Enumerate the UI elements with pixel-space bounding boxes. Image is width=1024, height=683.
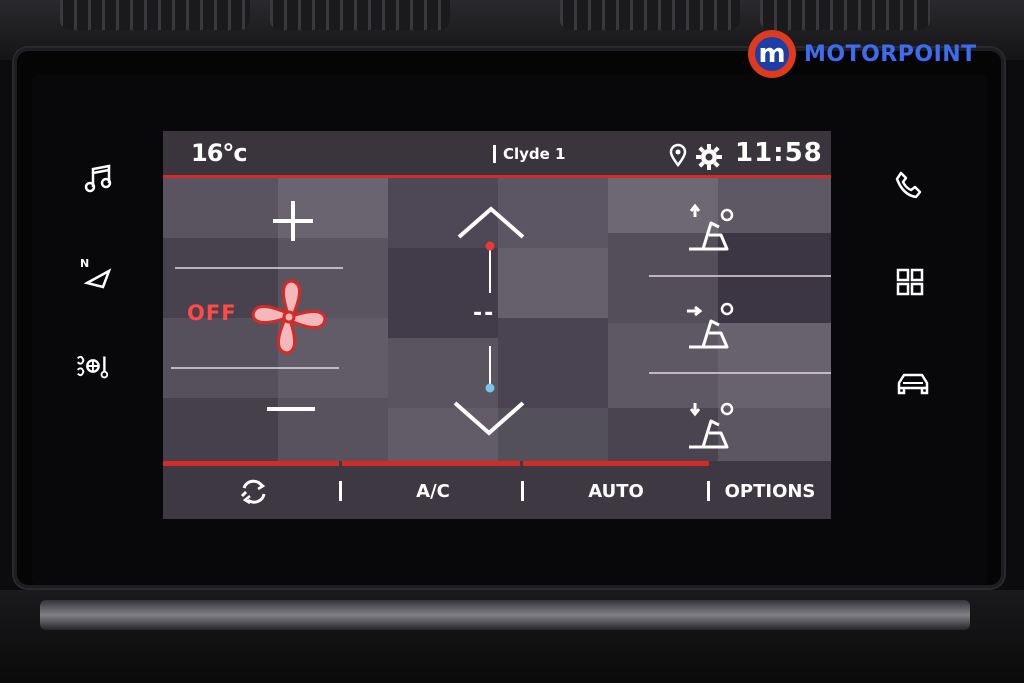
motorpoint-logo: m MOTORPOINT [748, 28, 977, 80]
fan-decrease-button[interactable] [263, 399, 319, 419]
bottom-bar-divider [521, 481, 524, 501]
temperature-min-marker [485, 383, 495, 393]
bottom-bar-divider [707, 481, 710, 501]
bottom-bar: A/C AUTO OPTIONS [163, 461, 831, 519]
air-vent-center-right [560, 0, 740, 30]
airflow-feet-button[interactable] [683, 399, 743, 459]
recirculation-icon [240, 479, 266, 505]
air-vent-right [760, 0, 930, 30]
climate-icon[interactable] [72, 346, 112, 386]
phone-icon[interactable] [888, 164, 928, 204]
divider [175, 267, 343, 269]
outside-temperature: 16°c [191, 139, 248, 167]
temperature-scale-lower [489, 346, 491, 386]
bottom-bar-accent [523, 461, 709, 466]
chrome-trim [40, 600, 970, 630]
music-icon[interactable] [78, 158, 118, 198]
bottom-bar-accent [342, 461, 520, 466]
air-vent-center-left [270, 0, 450, 30]
temperature-down-button[interactable] [451, 397, 527, 439]
temperature-max-marker [485, 241, 495, 251]
location-pin-icon [669, 143, 687, 167]
airflow-windscreen-button[interactable] [683, 201, 743, 261]
options-button[interactable]: OPTIONS [715, 471, 825, 511]
car-icon[interactable] [893, 363, 933, 403]
navigation-icon[interactable]: N [76, 252, 116, 292]
mosaic-tile [498, 248, 608, 318]
fan-off-label: OFF [187, 301, 237, 325]
temperature-scale-upper [489, 249, 491, 293]
profile-name[interactable]: Clyde 1 [503, 145, 566, 163]
ac-button[interactable]: A/C [353, 471, 513, 511]
recirculation-button[interactable] [213, 471, 293, 511]
climate-screen: 16°c Clyde 1 11:58 OFF -- A/C AUTO OPTIO… [163, 131, 831, 519]
air-vent-left [60, 0, 250, 30]
mosaic-tile [163, 178, 278, 238]
auto-button[interactable]: AUTO [533, 471, 699, 511]
status-bar: 16°c Clyde 1 11:58 [163, 131, 831, 178]
bottom-bar-accent [163, 461, 339, 466]
divider [649, 372, 831, 374]
logo-badge: m [748, 30, 796, 78]
settings-gear-icon[interactable] [695, 143, 723, 171]
divider [171, 367, 339, 369]
divider [649, 275, 831, 277]
temperature-up-button[interactable] [455, 203, 527, 243]
mosaic-tile [163, 398, 278, 468]
logo-letter: m [755, 37, 789, 71]
airflow-face-button[interactable] [683, 299, 743, 359]
fan-increase-button[interactable] [269, 197, 317, 245]
fan-icon[interactable] [247, 275, 331, 359]
logo-text: MOTORPOINT [804, 41, 977, 67]
mosaic-tile [498, 318, 608, 408]
apps-grid-icon[interactable] [890, 262, 930, 302]
status-divider [493, 145, 496, 163]
temperature-value: -- [473, 301, 496, 326]
clock: 11:58 [735, 138, 823, 168]
svg-text:N: N [80, 257, 89, 270]
bottom-bar-divider [339, 481, 342, 501]
